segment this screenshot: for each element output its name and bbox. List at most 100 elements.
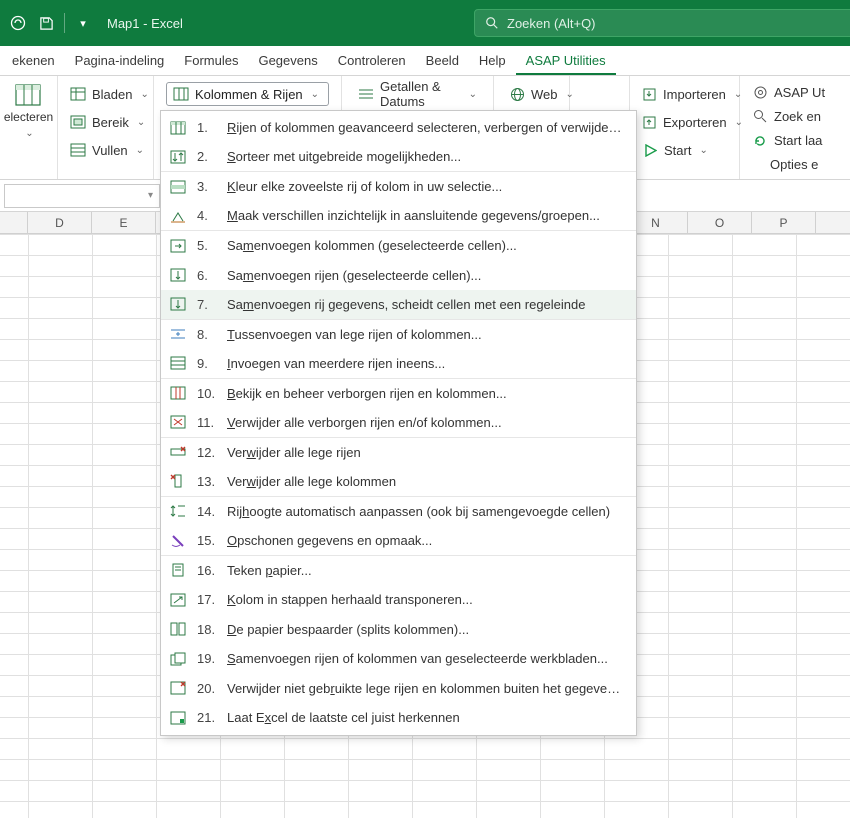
menu-item-number: 19. [197,651,217,666]
search-icon [485,16,499,30]
menu-item-18[interactable]: 18.De papier bespaarder (splits kolommen… [161,615,636,645]
save-icon[interactable] [34,11,58,35]
col-header[interactable]: O [688,212,752,233]
menu-item-label: Sorteer met uitgebreide mogelijkheden... [227,149,624,164]
menu-item-number: 15. [197,533,217,548]
menu-item-label: Teken papier... [227,563,624,578]
chevron-down-icon: ⌄ [25,128,33,139]
del-cols-icon [169,472,187,490]
importeren-button[interactable]: Importeren⌄ [638,82,731,106]
exporteren-button[interactable]: Exporteren⌄ [638,110,731,134]
menu-item-number: 3. [197,179,217,194]
col-header[interactable]: D [28,212,92,233]
qat-overflow-icon[interactable]: ▾ [71,11,95,35]
menu-item-number: 6. [197,268,217,283]
menu-item-label: Opschonen gegevens en opmaak... [227,533,624,548]
vullen-button[interactable]: Vullen⌄ [66,138,145,162]
menu-item-20[interactable]: 20.Verwijder niet gebruikte lege rijen e… [161,674,636,704]
col-header[interactable]: E [92,212,156,233]
name-box[interactable]: ▾ [4,184,160,208]
getallen-datums-button[interactable]: Getallen & Datums⌄ [354,82,481,106]
tab-beeld[interactable]: Beeld [416,47,469,75]
reload-icon [752,133,768,149]
bereik-button[interactable]: Bereik⌄ [66,110,145,134]
diff-icon [169,207,187,225]
sort-icon [169,148,187,166]
menu-item-14[interactable]: 14.Rijhoogte automatisch aanpassen (ook … [161,497,636,527]
menu-item-number: 13. [197,474,217,489]
menu-item-5[interactable]: 5.Samenvoegen kolommen (geselecteerde ce… [161,231,636,261]
group-bladen-bereik: Bladen⌄ Bereik⌄ Vullen⌄ [58,76,154,179]
autosave-toggle-icon[interactable] [6,11,30,35]
menu-item-label: Rijhoogte automatisch aanpassen (ook bij… [227,504,624,519]
grid-delete-icon [169,413,187,431]
asap-ut-button[interactable]: ASAP Ut [748,82,829,102]
menu-item-4[interactable]: 4.Maak verschillen inzichtelijk in aansl… [161,202,636,232]
ribbon-tabs: ekenen Pagina-indeling Formules Gegevens… [0,46,850,76]
window-title: Map1 - Excel [107,16,183,31]
group-asap-opties: ASAP Ut Zoek en Start laa Opties e [740,76,837,179]
menu-item-label: Verwijder alle verborgen rijen en/of kol… [227,415,624,430]
bladen-button[interactable]: Bladen⌄ [66,82,145,106]
menu-item-19[interactable]: 19.Samenvoegen rijen of kolommen van ges… [161,644,636,674]
col-header[interactable]: P [752,212,816,233]
merge-rows-icon [169,295,187,313]
tab-controleren[interactable]: Controleren [328,47,416,75]
start-button[interactable]: Start⌄ [638,138,731,162]
selecteren-button[interactable]: electeren ⌄ [4,84,53,139]
select-icon [15,84,43,106]
tab-help[interactable]: Help [469,47,516,75]
tab-tekenen[interactable]: ekenen [2,47,65,75]
search-placeholder: Zoeken (Alt+Q) [507,16,596,31]
menu-item-1[interactable]: 1.Rijen of kolommen geavanceerd selecter… [161,113,636,143]
tab-asap-utilities[interactable]: ASAP Utilities [516,47,616,75]
menu-item-16[interactable]: 16. Teken papier... [161,556,636,586]
merge-rows-icon [169,266,187,284]
menu-item-number: 21. [197,710,217,725]
menu-item-12[interactable]: 12. Verwijder alle lege rijen [161,438,636,468]
search-box[interactable]: Zoeken (Alt+Q) [474,9,850,37]
chevron-down-icon[interactable]: ▾ [148,190,153,201]
group-importeren: Importeren⌄ Exporteren⌄ Start⌄ [630,76,740,179]
menu-item-label: Laat Excel de laatste cel juist herkenne… [227,710,624,725]
menu-item-label: Maak verschillen inzichtelijk in aanslui… [227,208,624,223]
menu-item-label: Tussenvoegen van lege rijen of kolommen.… [227,327,624,342]
menu-item-label: Verwijder alle lege rijen [227,445,624,460]
start-laa-button[interactable]: Start laa [748,131,829,151]
menu-item-number: 7. [197,297,217,312]
menu-item-13[interactable]: 13.Verwijder alle lege kolommen [161,467,636,497]
globe-icon [510,86,525,102]
opties-button[interactable]: Opties e [748,155,829,175]
menu-item-8[interactable]: 8. Tussenvoegen van lege rijen of kolomme… [161,320,636,350]
menu-item-number: 17. [197,592,217,607]
menu-item-17[interactable]: 17.Kolom in stappen herhaald transponere… [161,585,636,615]
menu-item-3[interactable]: 3.Kleur elke zoveelste rij of kolom in u… [161,172,636,202]
menu-item-number: 8. [197,327,217,342]
tab-formules[interactable]: Formules [174,47,248,75]
menu-item-21[interactable]: 21. Laat Excel de laatste cel juist herke… [161,703,636,733]
menu-item-10[interactable]: 10.Bekijk en beheer verborgen rijen en k… [161,379,636,409]
transpose-icon [169,591,187,609]
menu-item-label: Samenvoegen rijen (geselecteerde cellen)… [227,268,624,283]
tab-gegevens[interactable]: Gegevens [248,47,327,75]
menu-item-15[interactable]: 15. Opschonen gegevens en opmaak... [161,526,636,556]
menu-item-7[interactable]: 7.Samenvoegen rij gegevens, scheidt cell… [161,290,636,320]
menu-item-number: 16. [197,563,217,578]
menu-item-11[interactable]: 11.Verwijder alle verborgen rijen en/of … [161,408,636,438]
select-all-corner[interactable] [0,212,28,233]
menu-item-9[interactable]: 9.Invoegen van meerdere rijen ineens... [161,349,636,379]
menu-item-2[interactable]: 2.Sorteer met uitgebreide mogelijkheden.… [161,143,636,173]
menu-item-label: Rijen of kolommen geavanceerd selecteren… [227,120,624,135]
zoek-en-button[interactable]: Zoek en [748,106,829,126]
menu-item-label: De papier bespaarder (splits kolommen)..… [227,622,624,637]
kolommen-rijen-button[interactable]: Kolommen & Rijen⌄ [166,82,329,106]
hidden-icon [169,384,187,402]
menu-item-number: 20. [197,681,217,696]
clean-icon [169,531,187,549]
menu-item-6[interactable]: 6. Samenvoegen rijen (geselecteerde celle… [161,261,636,291]
tab-pagina-indeling[interactable]: Pagina-indeling [65,47,175,75]
web-button[interactable]: Web⌄ [506,82,557,106]
menu-item-number: 10. [197,386,217,401]
menu-item-number: 12. [197,445,217,460]
export-icon [642,114,657,130]
